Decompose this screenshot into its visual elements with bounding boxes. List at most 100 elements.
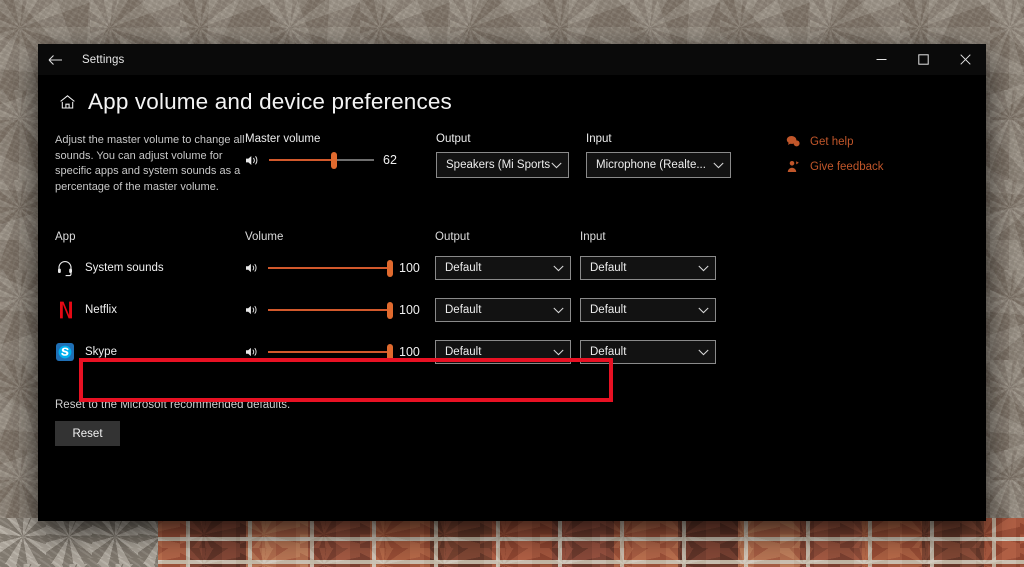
app-cell: System sounds [55,259,245,278]
slider-thumb[interactable] [331,151,338,169]
app-volume-slider[interactable] [268,343,393,361]
page-header: App volume and device preferences [38,75,986,115]
window-titlebar: Settings [38,44,986,75]
window-title: Settings [82,53,125,66]
app-cell: Skype [55,343,245,362]
settings-description: Adjust the master volume to change all s… [55,134,245,193]
app-name: Netflix [85,304,117,316]
app-input-cell: Default [580,340,725,364]
reset-section: Reset to the Microsoft recommended defau… [38,373,986,446]
chevron-down-icon [698,349,709,356]
get-help-label: Get help [810,135,854,148]
master-volume-group: Master volume 62 [245,133,435,169]
slider-fill [268,309,390,311]
back-arrow-icon[interactable] [38,44,72,75]
master-volume-value: 62 [383,153,397,167]
chevron-down-icon [553,265,564,272]
window-controls [860,44,986,75]
table-row[interactable]: Skype 100 Default Default [55,331,986,373]
input-device-value: Microphone (Realte... [596,159,706,171]
app-name: System sounds [85,262,164,274]
column-header-volume: Volume [245,231,284,243]
app-volume-slider[interactable] [268,259,393,277]
reset-button[interactable]: Reset [55,421,120,446]
speaker-icon [245,154,260,167]
give-feedback-link[interactable]: Give feedback [786,160,884,173]
app-volume-table: App Volume Output Input System sounds 10… [38,227,986,373]
output-device-group: Output Speakers (Mi Sports... [436,133,569,178]
master-volume-label: Master volume [245,133,321,145]
home-icon[interactable] [55,94,79,110]
table-row[interactable]: Netflix 100 Default Default [55,289,986,331]
app-input-value: Default [590,262,627,274]
give-feedback-label: Give feedback [810,160,884,173]
output-label: Output [436,133,471,145]
chevron-down-icon [551,162,562,169]
app-volume-cell: 100 [245,259,435,277]
table-header-row: App Volume Output Input [55,227,986,247]
output-device-value: Speakers (Mi Sports... [446,159,551,171]
app-output-cell: Default [435,298,580,322]
minimize-button[interactable] [860,44,902,75]
slider-fill [268,351,390,353]
column-header-app: App [55,231,76,243]
speaker-icon [245,262,259,274]
app-output-select[interactable]: Default [435,340,571,364]
chevron-down-icon [698,265,709,272]
page-title: App volume and device preferences [88,89,452,114]
app-output-select[interactable]: Default [435,298,571,322]
output-device-select[interactable]: Speakers (Mi Sports... [436,152,569,178]
app-output-cell: Default [435,340,580,364]
app-output-cell: Default [435,256,580,280]
input-device-select[interactable]: Microphone (Realte... [586,152,731,178]
app-output-value: Default [445,262,482,274]
chevron-down-icon [698,307,709,314]
slider-thumb[interactable] [387,259,393,277]
slider-thumb[interactable] [387,301,393,319]
help-chat-icon [786,135,800,148]
master-volume-row: 62 [245,151,435,169]
slider-fill [269,159,335,161]
column-header-input: Input [580,231,606,243]
feedback-person-icon [786,160,800,173]
speaker-icon [245,346,259,358]
brick-wall-wallpaper-region [0,518,1024,567]
slider-thumb[interactable] [387,343,393,361]
app-volume-value: 100 [399,261,420,275]
table-row[interactable]: System sounds 100 Default Default [55,247,986,289]
app-input-select[interactable]: Default [580,256,716,280]
maximize-button[interactable] [902,44,944,75]
close-button[interactable] [944,44,986,75]
app-output-select[interactable]: Default [435,256,571,280]
get-help-link[interactable]: Get help [786,135,884,148]
app-output-value: Default [445,304,482,316]
app-volume-cell: 100 [245,343,435,361]
app-input-value: Default [590,304,627,316]
help-links: Get help Give feedback [786,135,884,185]
app-volume-slider[interactable] [268,301,393,319]
app-cell: Netflix [55,301,245,320]
input-label: Input [586,133,612,145]
skype-icon [55,343,74,362]
slider-fill [268,267,390,269]
column-header-output: Output [435,231,470,243]
reset-description: Reset to the Microsoft recommended defau… [55,399,291,411]
input-device-group: Input Microphone (Realte... [586,133,731,178]
master-volume-slider[interactable] [269,151,374,169]
app-volume-cell: 100 [245,301,435,319]
app-output-value: Default [445,346,482,358]
top-settings-region: Adjust the master volume to change all s… [38,133,986,219]
netflix-icon [55,301,74,320]
app-input-select[interactable]: Default [580,340,716,364]
headset-icon [55,259,74,278]
chevron-down-icon [713,162,724,169]
chevron-down-icon [553,349,564,356]
app-name: Skype [85,346,117,358]
app-input-select[interactable]: Default [580,298,716,322]
speaker-icon [245,304,259,316]
chevron-down-icon [553,307,564,314]
app-input-cell: Default [580,298,725,322]
app-input-value: Default [590,346,627,358]
app-volume-value: 100 [399,345,420,359]
app-volume-value: 100 [399,303,420,317]
